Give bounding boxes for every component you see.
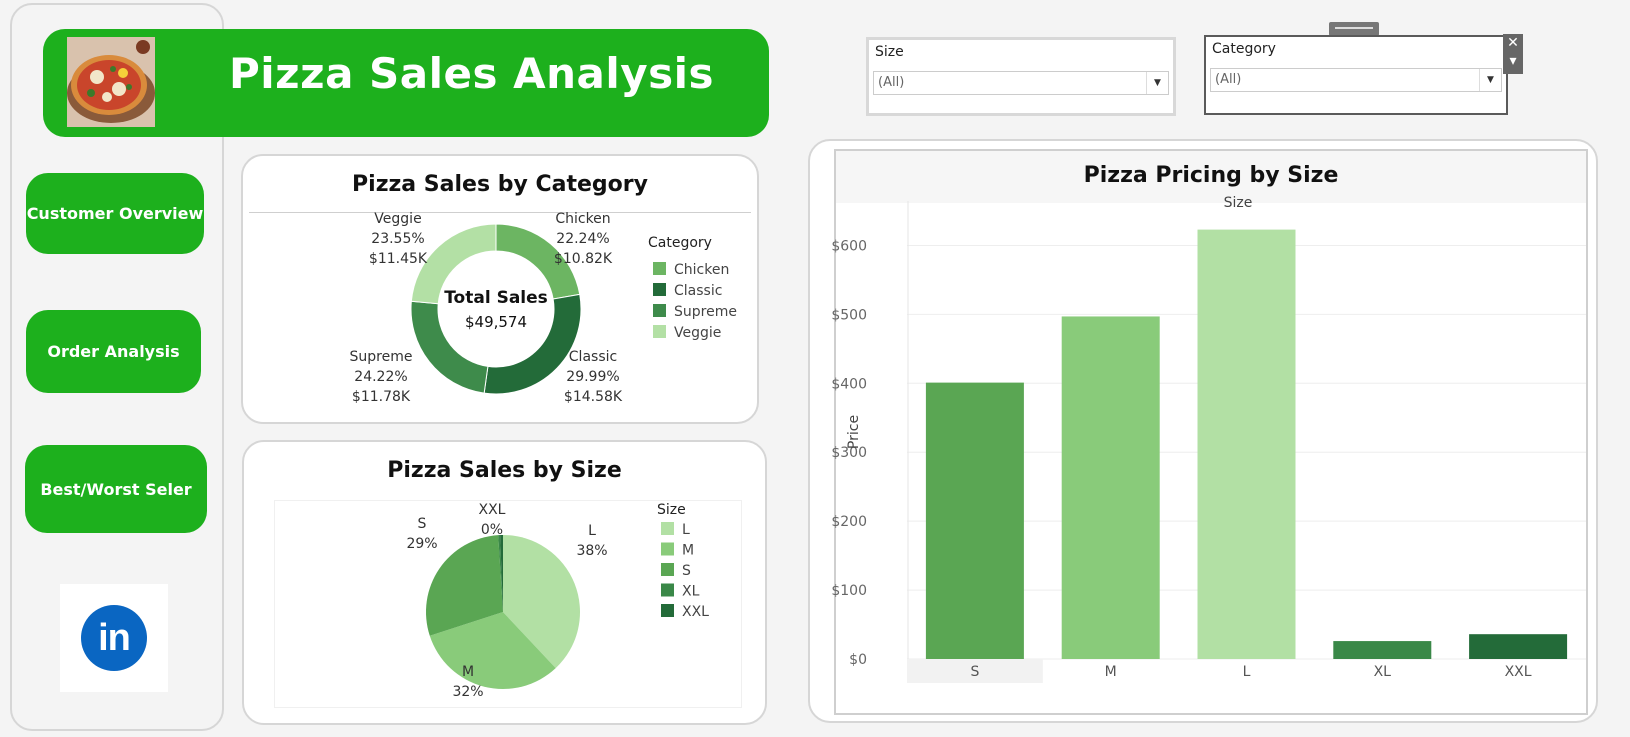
pie-percent-m: 32% bbox=[452, 684, 483, 700]
donut-label-supreme: $11.78K bbox=[352, 389, 411, 405]
pie-legend-label-m: M bbox=[682, 543, 694, 559]
pie-label-xxl: XXL bbox=[479, 502, 506, 518]
pie-legend-swatch-xxl bbox=[661, 604, 674, 617]
category-panel: Pizza Sales by Category Chicken 22.24% $10… bbox=[241, 154, 759, 424]
page-title: Pizza Sales Analysis bbox=[229, 49, 715, 98]
donut-label-chicken: Chicken bbox=[555, 211, 610, 227]
donut-label-chicken: 22.24% bbox=[556, 231, 609, 247]
donut-label-supreme: Supreme bbox=[350, 349, 413, 365]
donut-label-classic: 29.99% bbox=[566, 369, 619, 385]
bar-m bbox=[1061, 316, 1160, 659]
donut-label-classic: $14.58K bbox=[564, 389, 623, 405]
donut-legend-swatch-veggie bbox=[653, 325, 666, 338]
chevron-down-icon[interactable]: ▼ bbox=[1479, 69, 1501, 91]
y-tick-label: $500 bbox=[831, 307, 867, 323]
donut-legend-label-supreme: Supreme bbox=[674, 304, 737, 320]
chevron-down-icon[interactable]: ▼ bbox=[1146, 72, 1168, 94]
size-filter-value: (All) bbox=[878, 75, 905, 90]
pie-legend-swatch-m bbox=[661, 542, 674, 556]
bar-s bbox=[925, 382, 1024, 659]
donut-legend-label-veggie: Veggie bbox=[674, 325, 721, 341]
bar-xl bbox=[1333, 641, 1432, 659]
header-banner: Pizza Sales Analysis bbox=[43, 29, 769, 137]
pie-legend-swatch-xl bbox=[661, 583, 674, 597]
best-worst-seller-button[interactable]: Best/Worst Seler bbox=[25, 445, 207, 533]
x-tick-label: M bbox=[1105, 664, 1117, 680]
linkedin-link[interactable]: in bbox=[60, 584, 168, 692]
y-tick-label: $200 bbox=[831, 514, 867, 530]
pie-label-l: L bbox=[588, 523, 596, 539]
donut-legend-title: Category bbox=[648, 235, 712, 251]
donut-center-label: Total Sales bbox=[444, 288, 548, 308]
size-filter-label: Size bbox=[875, 44, 904, 60]
x-tick-label: S bbox=[970, 664, 979, 680]
y-axis-title: Price bbox=[846, 415, 862, 449]
x-tick-label: L bbox=[1243, 664, 1251, 680]
pie-label-m: M bbox=[462, 664, 474, 680]
donut-label-chicken: $10.82K bbox=[554, 251, 613, 267]
category-donut-chart: Chicken 22.24% $10.82K Classic 29.99% $14.58K… bbox=[350, 211, 737, 405]
donut-label-supreme: 24.22% bbox=[354, 369, 407, 385]
category-filter-dropdown[interactable]: (All) ▼ bbox=[1210, 68, 1502, 92]
pricing-bar-chart: $0$100$200$300$400$500$600SizePriceS M L XL… bbox=[831, 195, 1586, 683]
donut-label-veggie: Veggie bbox=[374, 211, 421, 227]
y-tick-label: $400 bbox=[831, 376, 867, 392]
pie-legend-label-s: S bbox=[682, 563, 691, 579]
pie-label-s: S bbox=[418, 516, 427, 532]
customer-overview-button[interactable]: Customer Overview bbox=[26, 173, 204, 254]
donut-legend-label-chicken: Chicken bbox=[674, 262, 729, 278]
category-filter-label: Category bbox=[1212, 41, 1276, 57]
donut-center-value: $49,574 bbox=[465, 313, 527, 331]
size-pie-chart: L38%M32%S29%XXL0%SizeLMSXLXXL bbox=[406, 502, 709, 700]
donut-legend-label-classic: Classic bbox=[674, 283, 722, 299]
y-tick-label: $100 bbox=[831, 583, 867, 599]
pie-legend-title: Size bbox=[657, 502, 686, 518]
x-axis-title: Size bbox=[1224, 195, 1253, 211]
x-tick-label: XXL bbox=[1505, 664, 1532, 680]
donut-label-veggie: $11.45K bbox=[369, 251, 428, 267]
y-tick-label: $0 bbox=[849, 652, 867, 668]
close-icon[interactable]: ✕ bbox=[1503, 34, 1523, 52]
y-tick-label: $600 bbox=[831, 238, 867, 254]
pie-legend-label-xl: XL bbox=[682, 584, 700, 600]
pie-percent-s: 29% bbox=[406, 536, 437, 552]
menu-arrow-icon[interactable]: ▾ bbox=[1503, 52, 1523, 70]
pie-percent-l: 38% bbox=[576, 543, 607, 559]
donut-legend-swatch-supreme bbox=[653, 304, 666, 317]
donut-label-veggie: 23.55% bbox=[371, 231, 424, 247]
pie-percent-xxl: 0% bbox=[481, 522, 503, 538]
linkedin-icon: in bbox=[81, 605, 147, 671]
size-filter-dropdown[interactable]: (All) ▼ bbox=[873, 71, 1169, 95]
donut-legend-swatch-chicken bbox=[653, 262, 666, 275]
pie-legend-swatch-l bbox=[661, 522, 674, 535]
pizza-image bbox=[67, 37, 155, 127]
size-panel: Pizza Sales by Size L 38% M 32% S 29% XXL 0% Siz… bbox=[242, 440, 767, 725]
pie-legend-swatch-s bbox=[661, 563, 674, 576]
order-analysis-button[interactable]: Order Analysis bbox=[26, 310, 201, 393]
bar-xxl bbox=[1469, 634, 1568, 659]
drag-handle[interactable] bbox=[1329, 22, 1379, 36]
category-filter-value: (All) bbox=[1215, 72, 1242, 87]
filter-controls: ✕ ▾ bbox=[1503, 34, 1523, 74]
x-tick-label: XL bbox=[1374, 664, 1392, 680]
category-filter: Category (All) ▼ bbox=[1204, 35, 1508, 115]
donut-label-classic: Classic bbox=[569, 349, 617, 365]
donut-legend-swatch-classic bbox=[653, 283, 666, 296]
size-filter: Size (All) ▼ bbox=[866, 37, 1176, 116]
pie-legend-label-l: L bbox=[682, 522, 690, 538]
bar-l bbox=[1197, 229, 1296, 659]
pie-legend-label-xxl: XXL bbox=[682, 604, 709, 620]
pricing-panel: Pizza Pricing by Size $0 $100 $200 $300 $400… bbox=[808, 139, 1598, 723]
